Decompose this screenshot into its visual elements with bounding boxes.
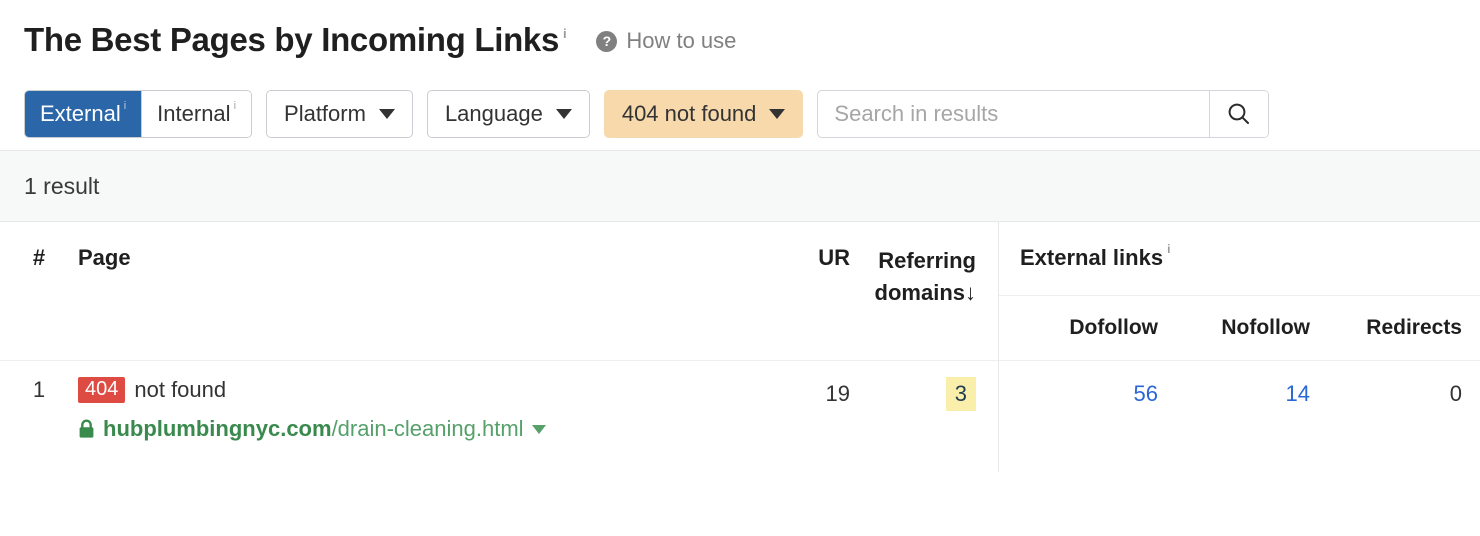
- filter-toolbar: Externali Internali Platform Language 40…: [0, 78, 1480, 150]
- search-button[interactable]: [1209, 91, 1268, 137]
- toggle-external[interactable]: Externali: [25, 91, 141, 137]
- language-dropdown-label: Language: [445, 101, 543, 127]
- row-status-line: 404 not found: [78, 377, 728, 403]
- table-row: 1 404 not found hubplumbingnyc.com/drain…: [0, 361, 1480, 471]
- row-page-cell: 404 not found hubplumbingnyc.com/drain-c…: [78, 377, 728, 471]
- page-title-info-icon[interactable]: i: [563, 26, 566, 41]
- status-text: not found: [134, 377, 226, 403]
- column-header-referring-domains-label: Referring domains: [875, 248, 976, 305]
- column-group-header-external-links: External links i: [998, 222, 1480, 296]
- table-header-left-group: # Page UR Referring domains↓: [0, 222, 998, 360]
- sort-descending-icon: ↓: [965, 280, 976, 305]
- page-header: The Best Pages by Incoming Links i ? How …: [0, 0, 1480, 78]
- column-header-page: Page: [78, 245, 728, 360]
- column-header-ur[interactable]: UR: [728, 245, 850, 360]
- how-to-use-link[interactable]: ? How to use: [596, 28, 736, 54]
- toggle-internal-info-icon[interactable]: i: [234, 101, 236, 112]
- table-subheader-row: Dofollow Nofollow Redirects: [998, 296, 1480, 360]
- row-url-domain: hubplumbingnyc.com: [103, 416, 332, 442]
- external-internal-toggle: Externali Internali: [24, 90, 252, 138]
- row-url-link[interactable]: hubplumbingnyc.com/drain-cleaning.html: [78, 416, 728, 442]
- column-header-number: #: [0, 245, 78, 360]
- external-links-info-icon[interactable]: i: [1167, 242, 1170, 256]
- chevron-down-icon: [556, 109, 572, 119]
- results-count-label: 1 result: [24, 173, 99, 200]
- http-status-dropdown-label: 404 not found: [622, 101, 757, 127]
- table-row-left-group: 1 404 not found hubplumbingnyc.com/drain…: [0, 361, 998, 471]
- results-table: # Page UR Referring domains↓ External li…: [0, 222, 1480, 471]
- row-dofollow-value[interactable]: 56: [998, 381, 1158, 407]
- results-count-bar: 1 result: [0, 150, 1480, 222]
- toggle-internal[interactable]: Internal i: [142, 91, 251, 137]
- table-header-right-group: External links i Dofollow Nofollow Redire…: [998, 222, 1480, 360]
- column-header-nofollow[interactable]: Nofollow: [1158, 316, 1310, 340]
- row-redirects-value: 0: [1310, 381, 1462, 407]
- lock-icon: [78, 419, 95, 439]
- chevron-down-icon: [769, 109, 785, 119]
- row-referring-domains-value: 3: [946, 377, 976, 411]
- search-input[interactable]: [818, 91, 1209, 137]
- table-header-row: # Page UR Referring domains↓ External li…: [0, 222, 1480, 361]
- how-to-use-label: How to use: [626, 28, 736, 54]
- column-group-divider: [998, 222, 999, 472]
- platform-dropdown[interactable]: Platform: [266, 90, 413, 138]
- column-group-header-label: External links: [1020, 245, 1163, 271]
- column-header-redirects[interactable]: Redirects: [1310, 316, 1462, 340]
- row-ur-value: 19: [728, 377, 850, 471]
- http-status-dropdown[interactable]: 404 not found: [604, 90, 804, 138]
- chevron-down-icon[interactable]: [532, 425, 546, 434]
- row-nofollow-value[interactable]: 14: [1158, 381, 1310, 407]
- row-referring-domains-cell: 3: [850, 377, 998, 471]
- toggle-internal-label: Internal: [157, 91, 230, 137]
- toggle-external-info-icon[interactable]: i: [124, 101, 126, 112]
- table-row-right-group: 56 14 0: [998, 361, 1480, 471]
- status-badge: 404: [78, 377, 125, 403]
- column-header-dofollow[interactable]: Dofollow: [998, 316, 1158, 340]
- platform-dropdown-label: Platform: [284, 101, 366, 127]
- column-header-referring-domains[interactable]: Referring domains↓: [850, 245, 998, 360]
- page-title: The Best Pages by Incoming Links i: [24, 23, 566, 56]
- row-url-path: /drain-cleaning.html: [332, 416, 524, 442]
- toggle-external-label: External: [40, 91, 121, 137]
- row-index: 1: [0, 377, 78, 471]
- search-box: [817, 90, 1269, 138]
- help-circle-icon: ?: [596, 31, 617, 52]
- language-dropdown[interactable]: Language: [427, 90, 590, 138]
- chevron-down-icon: [379, 109, 395, 119]
- search-icon: [1226, 101, 1252, 127]
- page-title-text: The Best Pages by Incoming Links: [24, 21, 559, 58]
